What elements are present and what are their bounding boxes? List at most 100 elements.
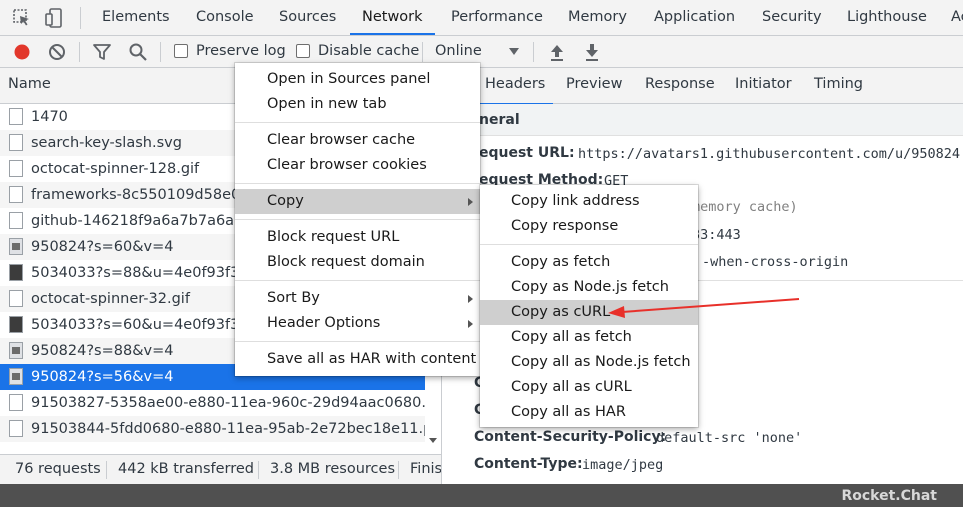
context-menu: Open in Sources panel Open in new tab Cl… bbox=[235, 63, 480, 376]
menu-copy-link-address[interactable]: Copy link address bbox=[480, 189, 698, 214]
menu-save-all-as-har[interactable]: Save all as HAR with content bbox=[235, 347, 480, 372]
preserve-log-label: Preserve log bbox=[196, 43, 286, 59]
menu-copy-all-as-curl[interactable]: Copy all as cURL bbox=[480, 375, 698, 400]
menu-copy-all-as-har[interactable]: Copy all as HAR bbox=[480, 400, 698, 425]
tab-timing[interactable]: Timing bbox=[814, 76, 863, 92]
import-har-icon[interactable] bbox=[549, 42, 565, 62]
record-icon[interactable] bbox=[12, 42, 32, 62]
script-file-icon bbox=[9, 212, 23, 229]
menu-block-request-url[interactable]: Block request URL bbox=[235, 225, 480, 250]
svg-file-icon bbox=[9, 134, 23, 151]
chevron-down-icon[interactable] bbox=[509, 48, 519, 55]
image-file-icon bbox=[9, 316, 23, 333]
menu-separator bbox=[235, 280, 480, 281]
throttling-select[interactable]: Online bbox=[435, 43, 482, 59]
toolbar-divider bbox=[80, 7, 81, 29]
clear-icon[interactable] bbox=[47, 42, 67, 62]
status-bar: 76 requests 442 kB transferred 3.8 MB re… bbox=[0, 454, 442, 484]
toolbar-divider bbox=[79, 42, 80, 62]
submenu-arrow-icon bbox=[468, 295, 473, 303]
menu-separator bbox=[235, 219, 480, 220]
filter-icon[interactable] bbox=[92, 43, 112, 61]
tab-console[interactable]: Console bbox=[196, 0, 254, 35]
menu-copy-label: Copy bbox=[267, 193, 304, 209]
tab-elements[interactable]: Elements bbox=[102, 0, 170, 35]
tab-response[interactable]: Response bbox=[645, 76, 715, 92]
tab-overflow[interactable]: Ac bbox=[951, 0, 963, 35]
tab-sources[interactable]: Sources bbox=[279, 0, 336, 35]
tab-network[interactable]: Network bbox=[350, 0, 435, 35]
tab-memory[interactable]: Memory bbox=[568, 0, 627, 35]
disable-cache-label: Disable cache bbox=[318, 43, 420, 59]
menu-header-options[interactable]: Header Options bbox=[235, 311, 480, 336]
preserve-log-checkbox[interactable] bbox=[174, 44, 188, 58]
content-type-value: image/jpeg bbox=[582, 457, 664, 473]
referrer-policy-value: -when-cross-origin bbox=[702, 254, 849, 270]
inspect-element-icon[interactable] bbox=[12, 8, 32, 28]
menu-copy-all-as-fetch[interactable]: Copy all as fetch bbox=[480, 325, 698, 350]
general-section-header[interactable]: neral bbox=[442, 104, 963, 136]
menu-sort-by[interactable]: Sort By bbox=[235, 286, 480, 311]
network-toolbar: Preserve log Disable cache Online bbox=[0, 36, 963, 68]
tab-initiator[interactable]: Initiator bbox=[735, 76, 792, 92]
request-name: 5034033?s=88&u=4e0f93f330 bbox=[31, 265, 258, 281]
request-name: 5034033?s=60&u=4e0f93f330 bbox=[31, 317, 258, 333]
menu-clear-browser-cache[interactable]: Clear browser cache bbox=[235, 128, 480, 153]
gif-file-icon bbox=[9, 160, 23, 177]
csp-key: Content-Security-Policy: bbox=[474, 429, 667, 445]
menu-open-in-sources[interactable]: Open in Sources panel bbox=[235, 67, 480, 92]
gif-file-icon bbox=[9, 290, 23, 307]
tab-performance[interactable]: Performance bbox=[451, 0, 543, 35]
menu-block-request-domain[interactable]: Block request domain bbox=[235, 250, 480, 275]
submenu-arrow-icon bbox=[468, 198, 473, 206]
request-name: github-146218f9a6a7b7a6a6e bbox=[31, 213, 253, 229]
menu-copy-as-fetch[interactable]: Copy as fetch bbox=[480, 250, 698, 275]
menu-copy-all-as-nodejs-fetch[interactable]: Copy all as Node.js fetch bbox=[480, 350, 698, 375]
menu-separator bbox=[480, 244, 698, 245]
content-type-key: Content-Type: bbox=[474, 456, 583, 472]
image-file-icon bbox=[9, 342, 23, 359]
status-code-value: memory cache) bbox=[692, 199, 798, 215]
menu-header-options-label: Header Options bbox=[267, 315, 381, 331]
export-har-icon[interactable] bbox=[584, 42, 600, 62]
menu-clear-browser-cookies[interactable]: Clear browser cookies bbox=[235, 153, 480, 178]
request-name: 1470 bbox=[31, 109, 68, 125]
disable-cache-checkbox[interactable] bbox=[296, 44, 310, 58]
scroll-down-icon[interactable] bbox=[429, 438, 437, 443]
request-url-key: equest URL: bbox=[479, 145, 575, 161]
tab-headers[interactable]: Headers bbox=[476, 76, 554, 105]
menu-copy[interactable]: Copy bbox=[235, 189, 480, 214]
request-name: 91503844-5fdd0680-e880-11ea-95ab-2e72bec… bbox=[31, 421, 425, 437]
menu-separator bbox=[235, 341, 480, 342]
tab-security[interactable]: Security bbox=[762, 0, 822, 35]
tab-preview[interactable]: Preview bbox=[566, 76, 622, 92]
script-file-icon bbox=[9, 186, 23, 203]
request-name: 950824?s=56&v=4 bbox=[31, 369, 174, 385]
resources-size: 3.8 MB resources bbox=[270, 461, 396, 477]
request-name: octocat-spinner-128.gif bbox=[31, 161, 200, 177]
status-divider bbox=[258, 461, 259, 479]
devtools-tab-bar: Elements Console Sources Network Perform… bbox=[0, 0, 963, 36]
general-title: neral bbox=[479, 112, 520, 128]
request-row[interactable]: 91503844-5fdd0680-e880-11ea-95ab-2e72bec… bbox=[0, 416, 425, 442]
menu-open-in-new-tab[interactable]: Open in new tab bbox=[235, 92, 480, 117]
request-name: 91503827-5358ae00-e880-11ea-960c-29d94aa… bbox=[31, 395, 425, 411]
request-row[interactable]: 91503827-5358ae00-e880-11ea-960c-29d94aa… bbox=[0, 390, 425, 416]
tab-application[interactable]: Application bbox=[654, 0, 735, 35]
menu-copy-response[interactable]: Copy response bbox=[480, 214, 698, 239]
document-icon bbox=[9, 108, 23, 125]
request-name: frameworks-8c550109d58e03 bbox=[31, 187, 250, 203]
watermark: Rocket.Chat bbox=[841, 488, 937, 504]
column-name-header[interactable]: Name bbox=[8, 76, 51, 92]
bottom-strip: Rocket.Chat bbox=[0, 484, 963, 507]
csp-value: default-src 'none' bbox=[656, 430, 803, 446]
search-icon[interactable] bbox=[128, 42, 148, 62]
menu-sort-by-label: Sort By bbox=[267, 290, 320, 306]
status-divider bbox=[106, 461, 107, 479]
tab-lighthouse[interactable]: Lighthouse bbox=[847, 0, 927, 35]
detail-tabs: Headers Preview Response Initiator Timin… bbox=[442, 68, 963, 105]
remote-address-value: 33:443 bbox=[692, 227, 741, 243]
image-file-icon bbox=[9, 238, 23, 255]
device-toolbar-icon[interactable] bbox=[44, 8, 64, 28]
image-file-icon bbox=[9, 368, 23, 385]
